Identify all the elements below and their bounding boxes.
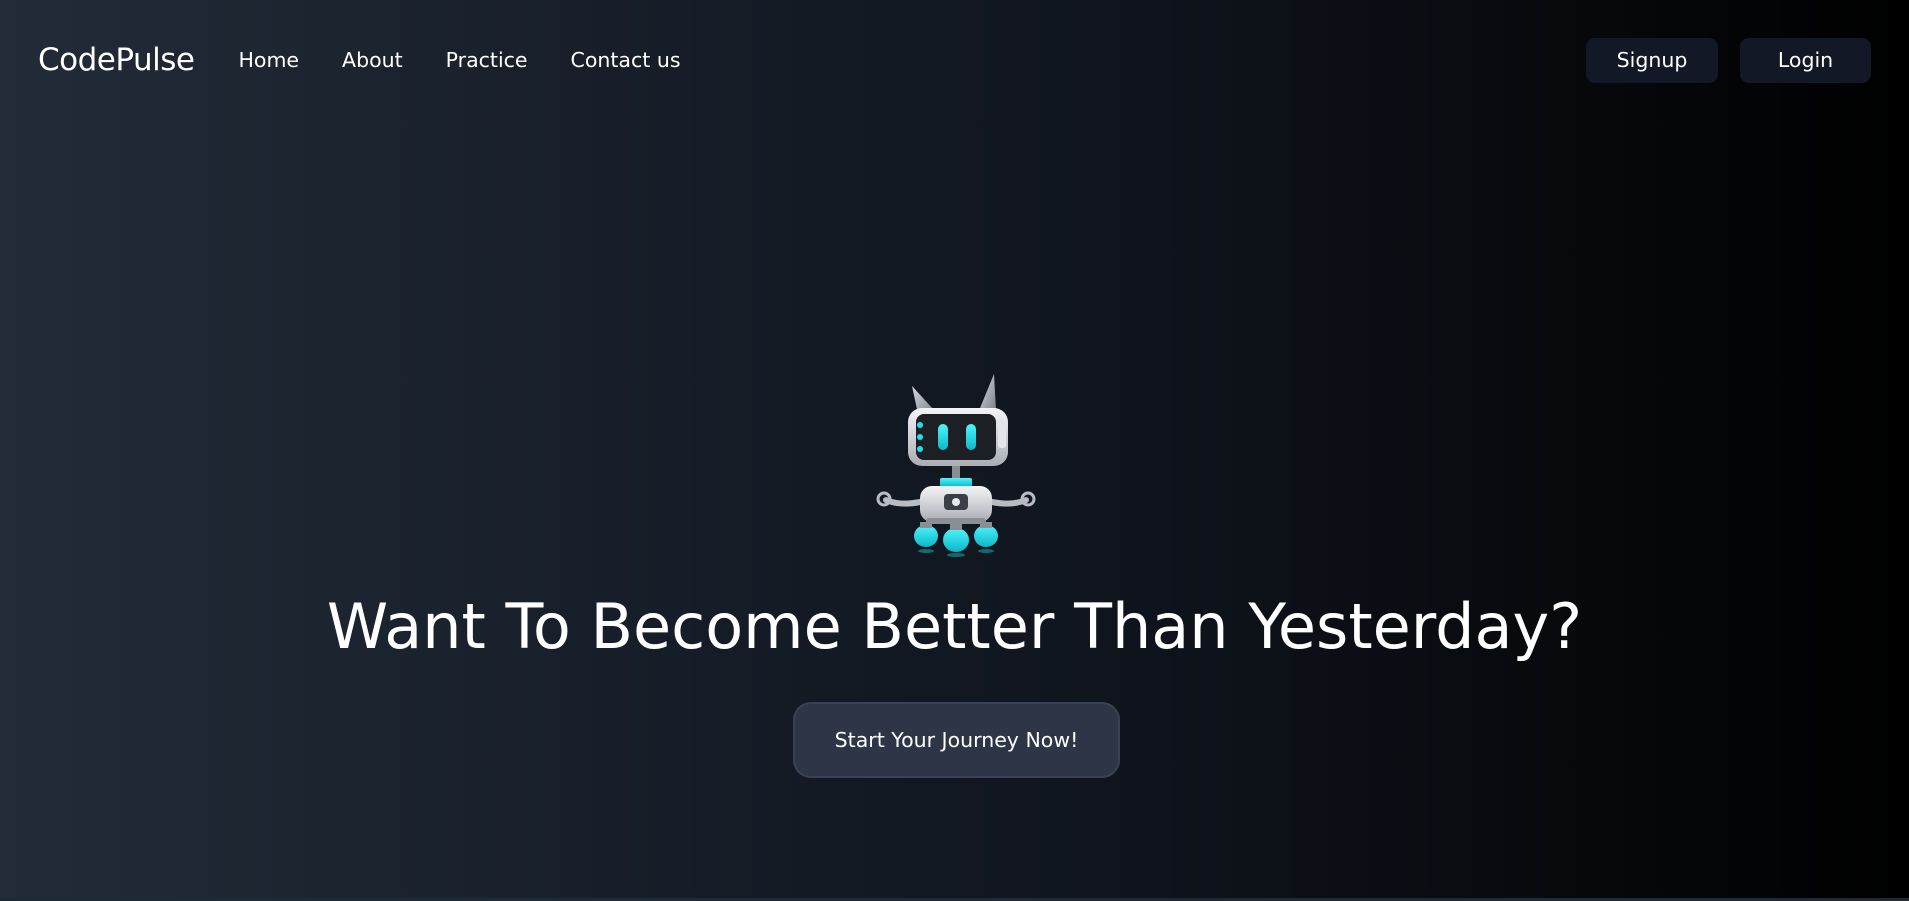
- hero-section: Want To Become Better Than Yesterday? St…: [0, 0, 1909, 901]
- robot-mascot-icon: [872, 374, 1038, 560]
- start-journey-button[interactable]: Start Your Journey Now!: [793, 702, 1120, 778]
- hero-headline: Want To Become Better Than Yesterday?: [326, 590, 1583, 663]
